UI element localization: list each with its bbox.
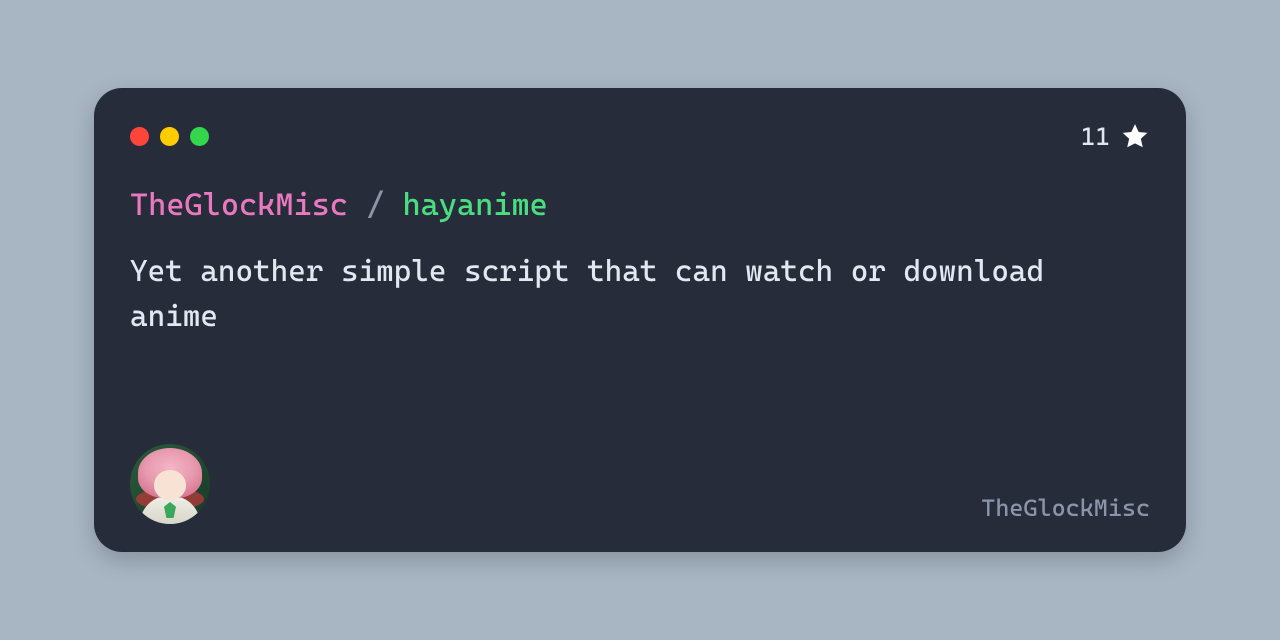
footer-owner-name: TheGlockMisc bbox=[981, 494, 1150, 524]
star-count: 11 bbox=[1081, 122, 1110, 151]
card-footer: TheGlockMisc bbox=[130, 444, 1150, 524]
traffic-lights bbox=[130, 127, 209, 146]
star-icon bbox=[1120, 121, 1150, 151]
owner-link[interactable]: TheGlockMisc bbox=[130, 187, 348, 223]
repo-description: Yet another simple script that can watch… bbox=[130, 249, 1090, 339]
title-separator: / bbox=[366, 187, 384, 223]
repo-card: 11 TheGlockMisc / hayanime Yet another s… bbox=[94, 88, 1186, 552]
card-header: 11 bbox=[130, 120, 1150, 152]
avatar-image bbox=[130, 444, 210, 524]
repo-link[interactable]: hayanime bbox=[402, 187, 547, 223]
star-count-group[interactable]: 11 bbox=[1081, 121, 1150, 151]
zoom-icon[interactable] bbox=[190, 127, 209, 146]
repo-title: TheGlockMisc / hayanime bbox=[130, 186, 1150, 225]
minimize-icon[interactable] bbox=[160, 127, 179, 146]
close-icon[interactable] bbox=[130, 127, 149, 146]
avatar[interactable] bbox=[130, 444, 210, 524]
